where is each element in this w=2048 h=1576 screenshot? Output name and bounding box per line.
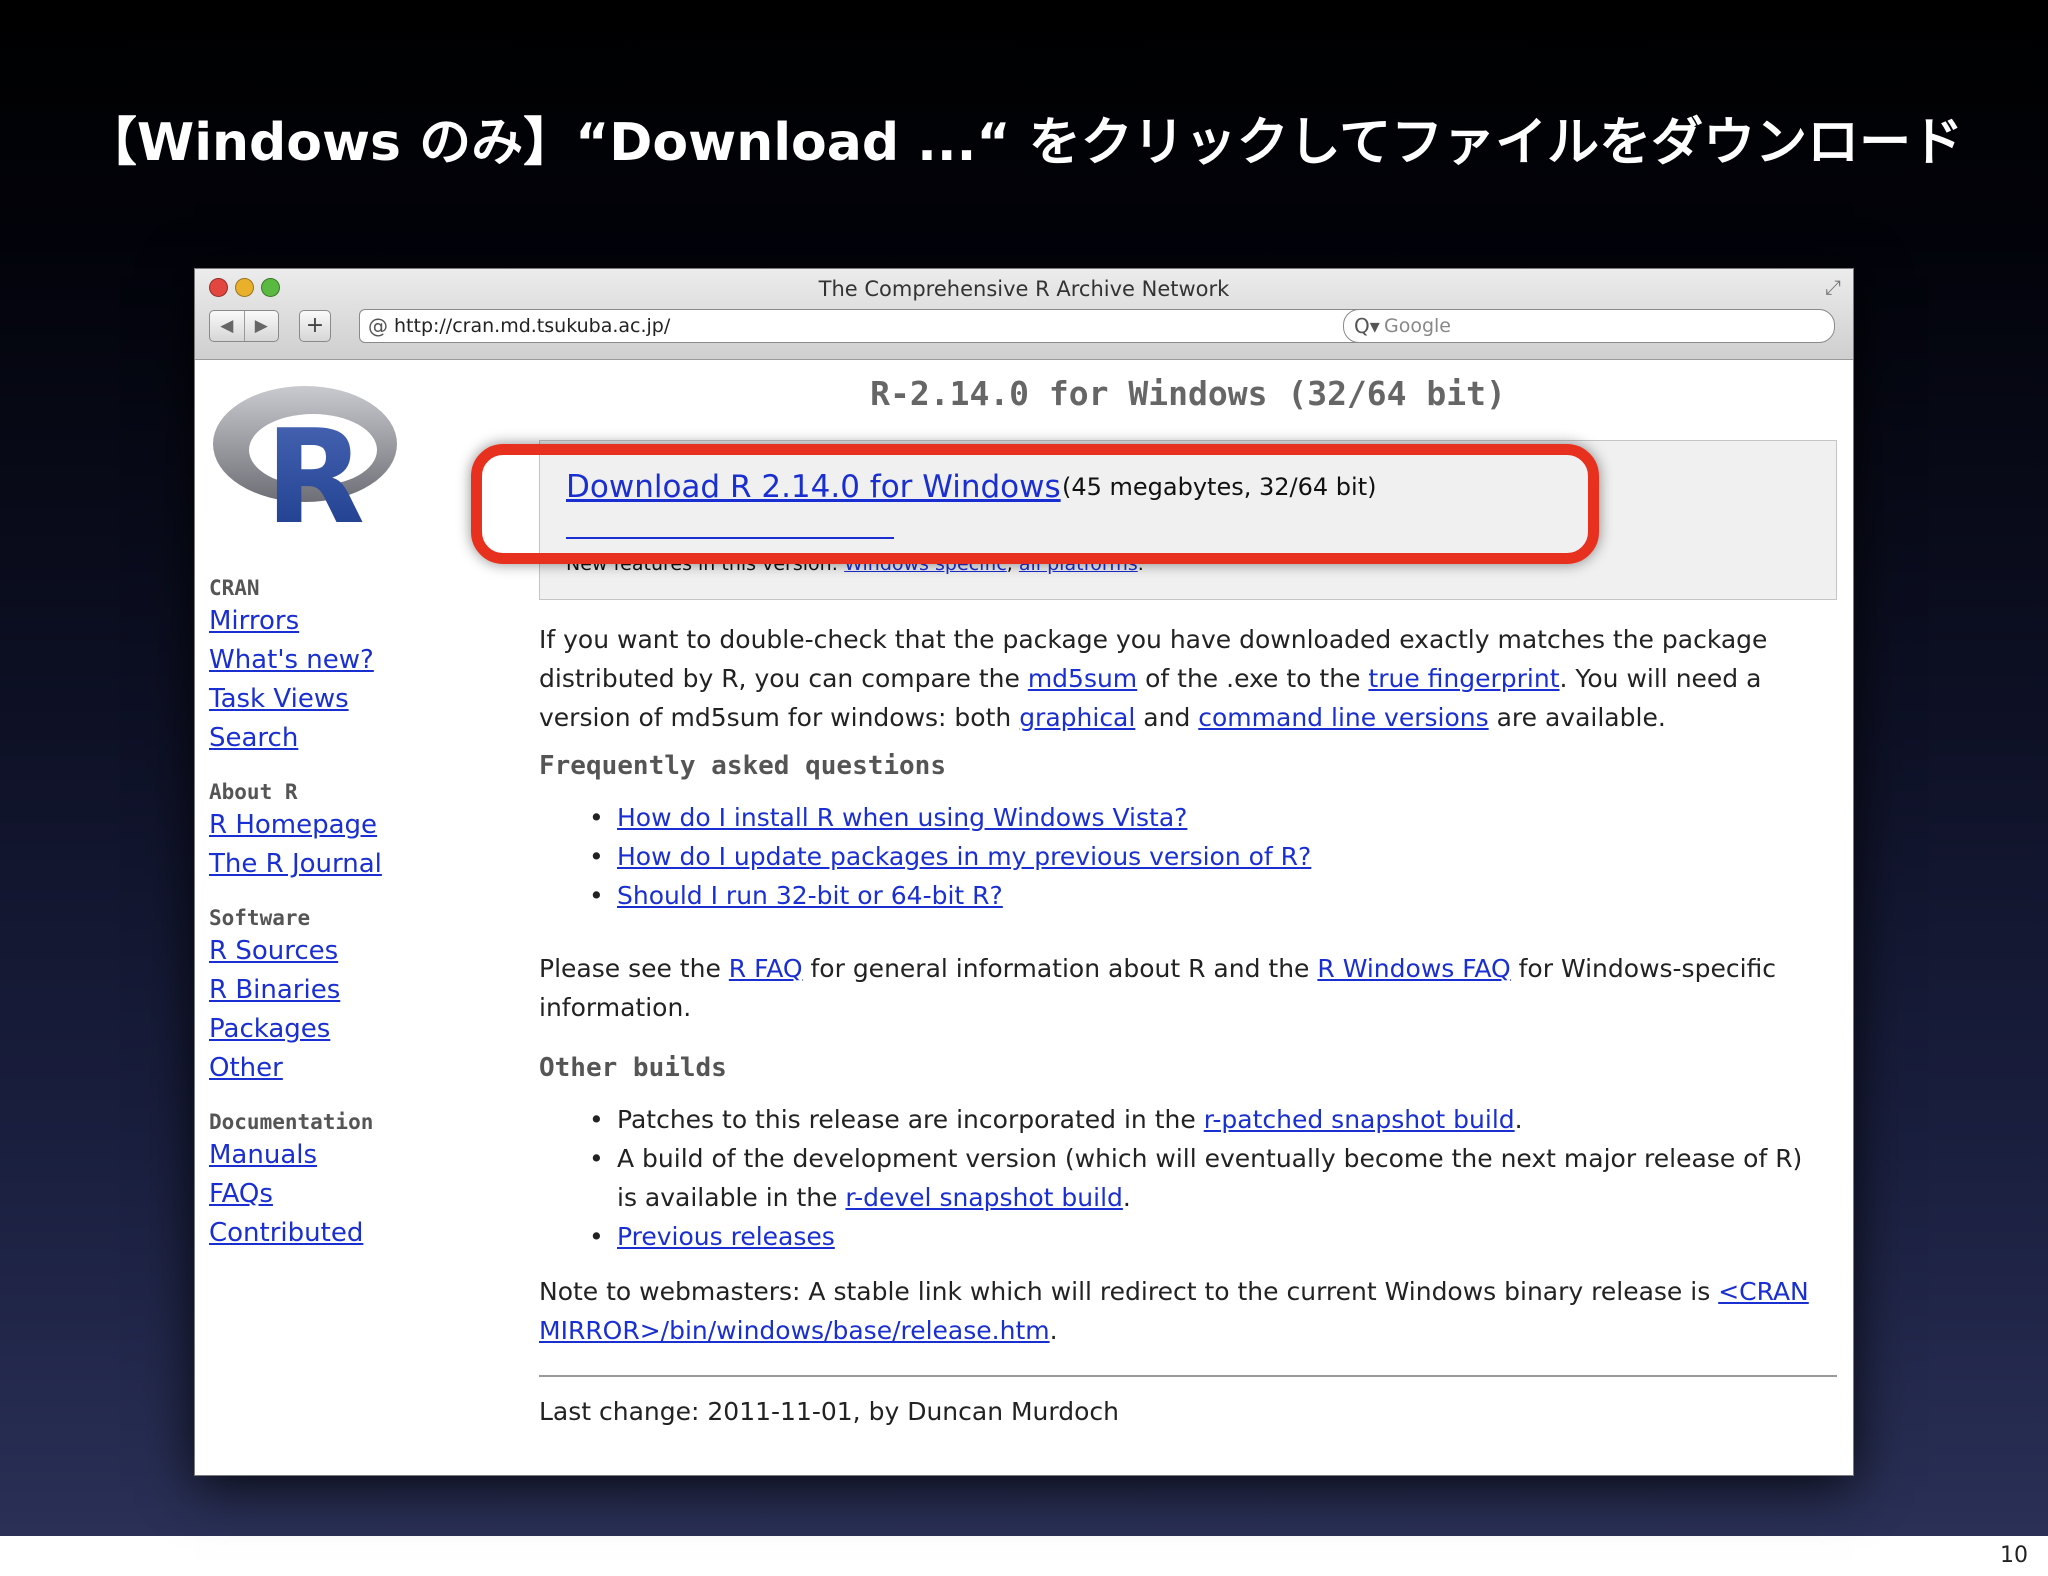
sidebar-link-r-binaries[interactable]: R Binaries <box>209 971 449 1010</box>
md5sum-link[interactable]: md5sum <box>1028 664 1137 693</box>
sidebar-link-task-views[interactable]: Task Views <box>209 680 449 719</box>
text: are available. <box>1488 703 1666 732</box>
slide-title: 【Windows のみ】“Download ...“ をクリックしてファイルをダ… <box>84 113 1964 173</box>
page-title: R-2.14.0 for Windows (32/64 bit) <box>870 374 1506 413</box>
faq-link-vista[interactable]: How do I install R when using Windows Vi… <box>617 803 1187 832</box>
graphical-link[interactable]: graphical <box>1019 703 1135 732</box>
divider <box>539 1375 1837 1377</box>
true-fingerprint-link[interactable]: true fingerprint <box>1368 664 1559 693</box>
url-text[interactable]: http://cran.md.tsukuba.ac.jp/ <box>394 310 670 342</box>
sidebar-section-software: Software R Sources R Binaries Packages O… <box>209 904 449 1088</box>
sidebar-link-manuals[interactable]: Manuals <box>209 1136 449 1175</box>
sidebar-link-mirrors[interactable]: Mirrors <box>209 602 449 641</box>
webmasters-note: Note to webmasters: A stable link which … <box>539 1272 1829 1350</box>
sidebar-link-whats-new[interactable]: What's new? <box>209 641 449 680</box>
sidebar-heading-documentation: Documentation <box>209 1110 374 1134</box>
list-item: How do I update packages in my previous … <box>589 837 1827 876</box>
other-builds-list: Patches to this release are incorporated… <box>539 1100 1827 1256</box>
faq-link-update-packages[interactable]: How do I update packages in my previous … <box>617 842 1311 871</box>
page-number: 10 <box>2000 1543 2028 1568</box>
sidebar-section-documentation: Documentation Manuals FAQs Contributed <box>209 1108 449 1253</box>
forward-arrow-icon[interactable]: ▶ <box>245 311 279 341</box>
list-item: How do I install R when using Windows Vi… <box>589 798 1827 837</box>
sidebar-link-r-sources[interactable]: R Sources <box>209 932 449 971</box>
address-bar[interactable]: @ http://cran.md.tsukuba.ac.jp/ ↻ <box>359 309 1383 343</box>
r-devel-link[interactable]: r-devel snapshot build <box>845 1183 1122 1212</box>
faq-list: How do I install R when using Windows Vi… <box>539 798 1827 915</box>
back-arrow-icon[interactable]: ◀ <box>210 311 245 341</box>
r-patched-link[interactable]: r-patched snapshot build <box>1204 1105 1515 1134</box>
sidebar-link-packages[interactable]: Packages <box>209 1010 449 1049</box>
text: Please see the <box>539 954 729 983</box>
search-field[interactable]: Q▾ Google <box>1343 309 1835 343</box>
text: . <box>1122 1183 1131 1212</box>
text: and <box>1135 703 1199 732</box>
sidebar-link-r-journal[interactable]: The R Journal <box>209 845 449 884</box>
list-item: A build of the development version (whic… <box>589 1139 1827 1217</box>
see-faq-paragraph: Please see the R FAQ for general informa… <box>539 949 1829 1027</box>
sidebar-link-contributed[interactable]: Contributed <box>209 1214 449 1253</box>
r-windows-faq-link[interactable]: R Windows FAQ <box>1317 954 1510 983</box>
search-placeholder: Google <box>1384 315 1452 337</box>
sidebar-link-r-homepage[interactable]: R Homepage <box>209 806 449 845</box>
previous-releases-link[interactable]: Previous releases <box>617 1222 835 1251</box>
faq-link-32-64[interactable]: Should I run 32-bit or 64-bit R? <box>617 881 1003 910</box>
r-logo[interactable]: R <box>209 376 409 536</box>
slide-background: 【Windows のみ】“Download ...“ をクリックしてファイルをダ… <box>0 0 2048 1536</box>
sidebar-link-faqs[interactable]: FAQs <box>209 1175 449 1214</box>
sidebar-link-other[interactable]: Other <box>209 1049 449 1088</box>
list-item: Should I run 32-bit or 64-bit R? <box>589 876 1827 915</box>
sidebar-heading-about: About R <box>209 780 298 804</box>
search-icon[interactable]: Q▾ <box>1354 310 1380 342</box>
add-bookmark-button[interactable]: + <box>299 310 331 342</box>
text: Patches to this release are incorporated… <box>617 1105 1204 1134</box>
resize-icon[interactable]: ⤢ <box>1825 275 1841 299</box>
site-icon: @ <box>368 314 388 338</box>
text: of the .exe to the <box>1137 664 1369 693</box>
navigation-buttons: ◀ ▶ <box>209 310 279 342</box>
text: for general information about R and the <box>802 954 1318 983</box>
sidebar-section-cran: CRAN Mirrors What's new? Task Views Sear… <box>209 574 449 758</box>
sidebar-nav: CRAN Mirrors What's new? Task Views Sear… <box>209 574 449 1253</box>
sidebar-section-about: About R R Homepage The R Journal <box>209 778 449 884</box>
text: . <box>1049 1316 1058 1345</box>
sidebar-heading-cran: CRAN <box>209 576 260 600</box>
window-title: The Comprehensive R Archive Network <box>818 277 1230 301</box>
sidebar-heading-software: Software <box>209 906 311 930</box>
last-change: Last change: 2011-11-01, by Duncan Murdo… <box>539 1397 1119 1426</box>
other-builds-heading: Other builds <box>539 1053 727 1083</box>
text: . <box>1514 1105 1523 1134</box>
browser-window: The Comprehensive R Archive Network ⤢ ◀ … <box>194 268 1854 1476</box>
svg-text:R: R <box>265 401 365 536</box>
list-item: Previous releases <box>589 1217 1827 1256</box>
faq-heading: Frequently asked questions <box>539 751 946 781</box>
page-content: R CRAN Mirrors What's new? Task Views Se… <box>195 360 1853 1475</box>
r-faq-link[interactable]: R FAQ <box>729 954 803 983</box>
sidebar-link-search[interactable]: Search <box>209 719 449 758</box>
browser-toolbar: The Comprehensive R Archive Network ⤢ ◀ … <box>195 269 1853 360</box>
command-line-versions-link[interactable]: command line versions <box>1198 703 1488 732</box>
text: Note to webmasters: A stable link which … <box>539 1277 1719 1306</box>
checksum-paragraph: If you want to double-check that the pac… <box>539 620 1829 737</box>
text: A build of the development version (whic… <box>617 1144 1803 1212</box>
list-item: Patches to this release are incorporated… <box>589 1100 1827 1139</box>
highlight-annotation <box>471 444 1599 564</box>
